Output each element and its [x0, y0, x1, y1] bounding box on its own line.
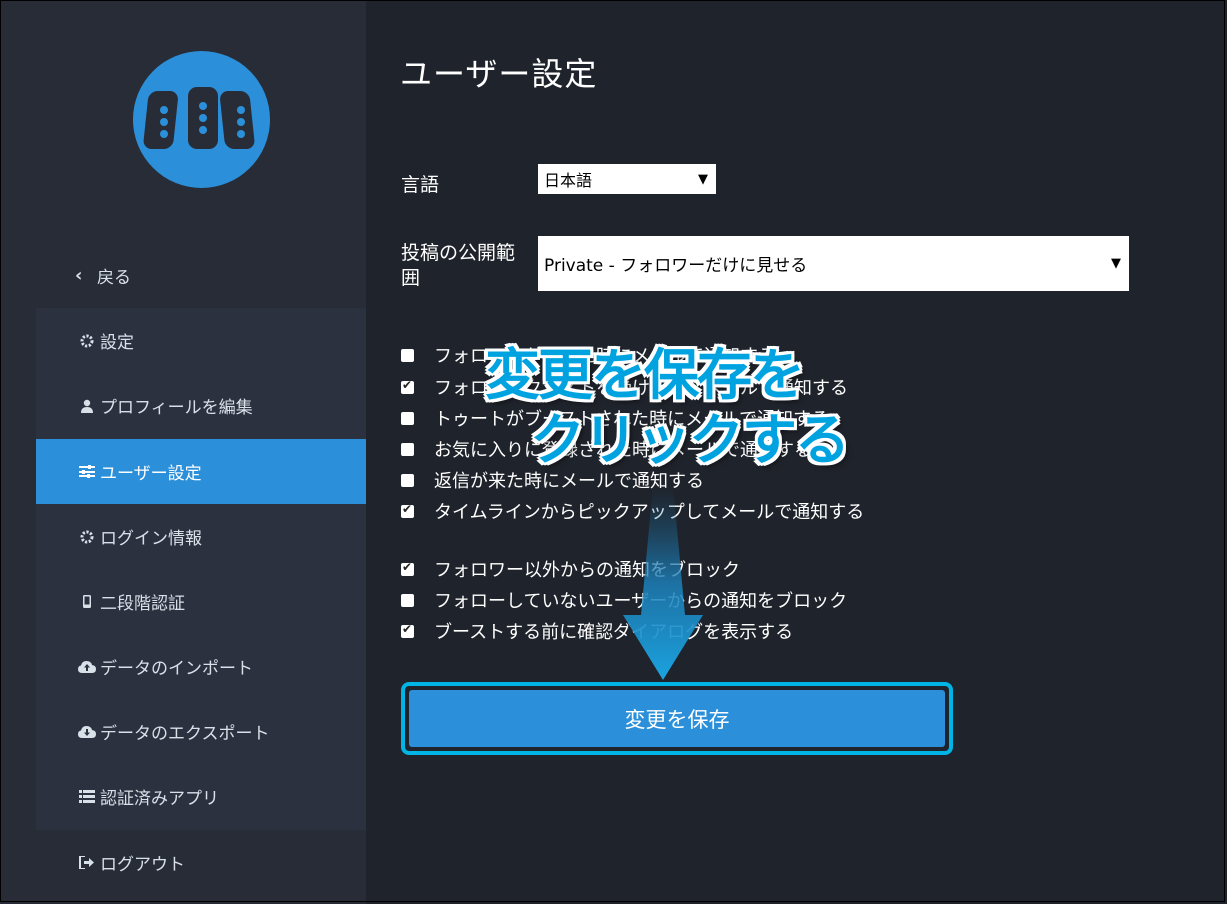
arrow-down-icon	[623, 485, 703, 680]
checkbox[interactable]	[401, 593, 414, 607]
sidebar-item-label: プロフィールを編集	[100, 398, 253, 418]
sidebar-item-label: 二段階認証	[100, 594, 185, 614]
sidebar-item-authorized-apps[interactable]: 認証済みアプリ	[36, 764, 366, 829]
gear-icon	[74, 530, 100, 544]
checkbox[interactable]	[401, 560, 414, 576]
user-icon	[74, 399, 100, 413]
back-link[interactable]: ‹ 戻る	[75, 261, 131, 289]
checkbox[interactable]	[401, 378, 414, 394]
language-value: 日本語	[544, 171, 593, 190]
sidebar-item-import[interactable]: データのインポート	[36, 634, 366, 699]
privacy-label-line2: 囲	[401, 267, 421, 289]
sign-out-icon	[74, 856, 100, 869]
back-label: 戻る	[97, 267, 131, 288]
language-label: 言語	[401, 174, 440, 196]
privacy-label-line1: 投稿の公開範	[401, 242, 516, 264]
checkbox[interactable]	[401, 442, 414, 456]
list-icon	[74, 790, 100, 803]
cloud-upload-icon	[74, 660, 100, 673]
checkbox-label: ブーストする前に確認ダイアログを表示する	[434, 622, 794, 643]
checkbox-row[interactable]: ブーストする前に確認ダイアログを表示する	[401, 618, 793, 644]
sidebar-item-settings[interactable]: 設定	[36, 308, 366, 373]
sidebar-item-label: ログイン情報	[100, 529, 202, 549]
privacy-value: Private - フォロワーだけに見せる	[544, 256, 808, 276]
page-title: ユーザー設定	[400, 55, 598, 93]
save-button-highlight: 変更を保存	[401, 682, 953, 755]
checkbox[interactable]	[401, 348, 414, 362]
save-button[interactable]: 変更を保存	[409, 690, 945, 747]
checkbox[interactable]	[401, 622, 414, 638]
chevron-left-icon: ‹	[75, 264, 83, 286]
privacy-label: 投稿の公開範 囲	[401, 241, 515, 291]
cloud-download-icon	[74, 725, 100, 738]
language-select[interactable]: 日本語 ▼	[538, 164, 716, 194]
annotation-line2: クリックする	[530, 408, 850, 472]
gear-icon	[74, 334, 100, 348]
sidebar-item-label: ユーザー設定	[100, 464, 202, 484]
sliders-icon	[74, 465, 100, 478]
settings-nav: 設定 プロフィールを編集 ユーザー設定 ログイン情報 二段階認証 データのインポ…	[36, 308, 366, 830]
caret-down-icon: ▼	[698, 171, 708, 187]
mobile-icon	[74, 595, 100, 608]
sidebar-item-export[interactable]: データのエクスポート	[36, 699, 366, 764]
mastodon-logo	[133, 51, 270, 188]
sidebar-item-login-info[interactable]: ログイン情報	[36, 504, 366, 569]
sidebar-item-user-settings[interactable]: ユーザー設定	[36, 439, 366, 504]
logout-label: ログアウト	[100, 855, 185, 875]
caret-down-icon: ▼	[1111, 256, 1121, 271]
sidebar-item-label: 設定	[100, 333, 134, 353]
checkbox[interactable]	[401, 411, 414, 425]
logout-link[interactable]: ログアウト	[36, 830, 366, 895]
sidebar-item-two-factor[interactable]: 二段階認証	[36, 569, 366, 634]
sidebar: ‹ 戻る 設定 プロフィールを編集 ユーザー設定 ログイン情報 二段階認証 デー…	[0, 0, 366, 904]
sidebar-item-label: データのインポート	[100, 659, 253, 679]
checkbox[interactable]	[401, 473, 414, 487]
checkbox[interactable]	[401, 502, 414, 518]
privacy-select[interactable]: Private - フォロワーだけに見せる ▼	[538, 236, 1129, 291]
sidebar-item-edit-profile[interactable]: プロフィールを編集	[36, 373, 366, 438]
sidebar-item-label: データのエクスポート	[100, 724, 270, 744]
sidebar-item-label: 認証済みアプリ	[100, 789, 219, 809]
